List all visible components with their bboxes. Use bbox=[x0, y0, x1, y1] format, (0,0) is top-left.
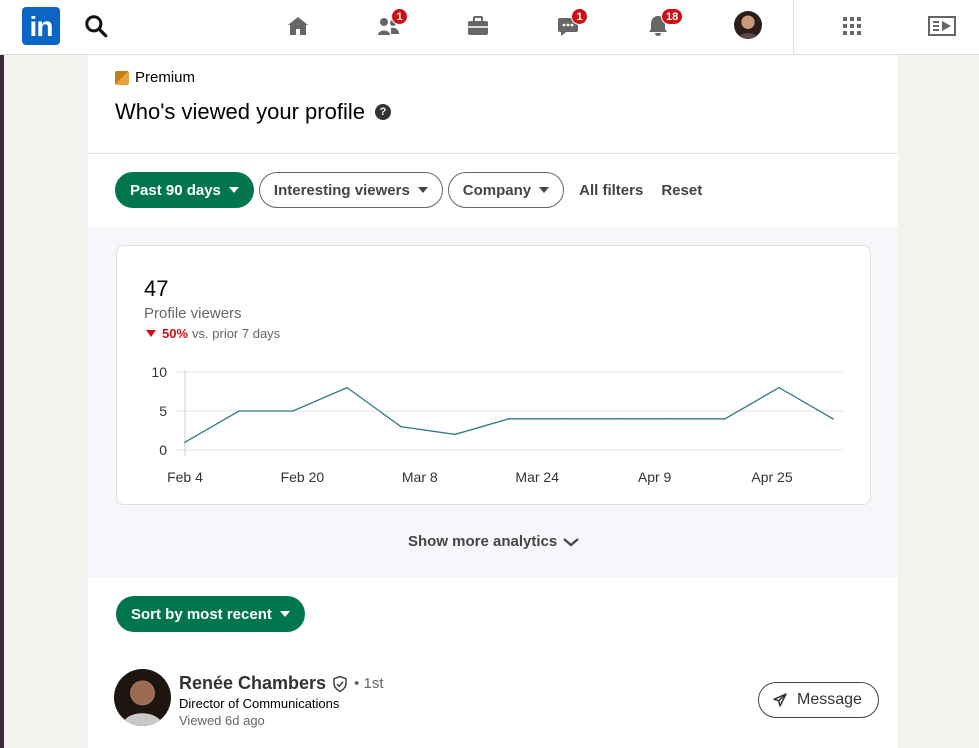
data-point bbox=[184, 441, 186, 443]
viewers-list-card: Sort by most recent Renée Chambers • 1st… bbox=[88, 577, 898, 748]
premium-label: Premium bbox=[135, 69, 196, 86]
data-point bbox=[400, 425, 402, 428]
y-tick-label: 0 bbox=[159, 442, 167, 458]
message-label: Message bbox=[797, 691, 862, 708]
all-filters-button[interactable]: All filters bbox=[569, 182, 653, 199]
network-badge: 1 bbox=[391, 8, 408, 25]
data-point bbox=[292, 410, 294, 412]
sort-label: Sort by most recent bbox=[131, 605, 272, 623]
profile-avatar[interactable] bbox=[734, 11, 762, 39]
data-point bbox=[616, 418, 618, 420]
learning-icon[interactable] bbox=[926, 10, 958, 42]
data-point bbox=[562, 418, 564, 420]
caret-down-icon bbox=[279, 611, 290, 617]
reset-button[interactable]: Reset bbox=[658, 182, 712, 199]
show-more-label: Show more analytics bbox=[408, 533, 558, 550]
message-button[interactable]: Message bbox=[758, 682, 879, 718]
verified-shield-icon bbox=[333, 675, 347, 692]
x-tick-label: Apr 9 bbox=[638, 469, 672, 485]
send-icon bbox=[773, 693, 787, 707]
data-point bbox=[508, 418, 510, 420]
page-title-row: Who's viewed your profile ? bbox=[115, 99, 391, 125]
viewed-time: Viewed 6d ago bbox=[179, 713, 265, 728]
data-point bbox=[724, 418, 726, 420]
premium-label-row: Premium bbox=[115, 69, 195, 86]
divider bbox=[88, 153, 898, 154]
company-filter-button[interactable]: Company bbox=[447, 172, 565, 208]
viewer-name-row: Renée Chambers • 1st bbox=[179, 673, 384, 694]
viewer-headline: Director of Communications bbox=[179, 696, 340, 711]
chevron-down-icon bbox=[563, 537, 579, 546]
window-edge bbox=[0, 0, 4, 748]
series-line bbox=[184, 386, 834, 443]
home-icon[interactable] bbox=[282, 10, 314, 42]
period-filter-label: Past 90 days bbox=[130, 181, 221, 199]
premium-icon bbox=[115, 70, 129, 85]
x-tick-label: Apr 25 bbox=[751, 469, 792, 485]
search-icon[interactable] bbox=[80, 10, 112, 42]
list-item[interactable]: Renée Chambers • 1st Director of Communi… bbox=[114, 669, 879, 729]
notifications-badge: 18 bbox=[661, 8, 684, 25]
viewer-name[interactable]: Renée Chambers bbox=[179, 673, 326, 694]
profile-viewers-chart-card: 47 Profile viewers 50% vs. prior 7 days … bbox=[116, 245, 871, 505]
y-tick-label: 10 bbox=[151, 364, 167, 380]
data-point bbox=[454, 433, 456, 436]
messaging-badge: 1 bbox=[571, 8, 588, 25]
data-point bbox=[346, 386, 348, 389]
company-filter-label: Company bbox=[462, 181, 532, 199]
profile-viewers-line-chart: 10 5 0Feb 4 Feb 20 Mar 8 Mar 24 Apr 9 Apr 25 bbox=[151, 364, 843, 485]
top-navigation: in 1 1 18 bbox=[0, 0, 979, 55]
period-filter-button[interactable]: Past 90 days bbox=[115, 172, 254, 208]
x-tick-label: Mar 8 bbox=[402, 469, 438, 485]
profile-views-header-card: Premium Who's viewed your profile ? Past… bbox=[88, 55, 898, 227]
linkedin-logo[interactable]: in bbox=[22, 7, 60, 45]
data-point bbox=[670, 418, 672, 420]
page-title: Who's viewed your profile bbox=[115, 99, 365, 124]
nav-divider bbox=[793, 0, 794, 55]
notifications-icon[interactable]: 18 bbox=[642, 8, 684, 42]
jobs-icon[interactable] bbox=[462, 10, 494, 42]
my-network-icon[interactable]: 1 bbox=[372, 8, 408, 42]
data-point bbox=[832, 418, 834, 420]
apps-grid-icon[interactable] bbox=[836, 10, 868, 42]
x-tick-label: Feb 4 bbox=[167, 469, 203, 485]
x-tick-label: Feb 20 bbox=[281, 469, 325, 485]
caret-down-icon bbox=[539, 187, 550, 193]
caret-down-icon bbox=[228, 187, 239, 193]
interesting-viewers-label: Interesting viewers bbox=[273, 181, 410, 199]
filter-bar: Past 90 days Interesting viewers Company… bbox=[115, 172, 712, 208]
caret-down-icon bbox=[417, 187, 428, 193]
avatar[interactable] bbox=[114, 669, 171, 726]
data-point bbox=[778, 386, 780, 389]
connection-degree: • 1st bbox=[354, 675, 384, 692]
y-tick-label: 5 bbox=[159, 403, 167, 419]
x-tick-label: Mar 24 bbox=[515, 469, 559, 485]
messaging-icon[interactable]: 1 bbox=[552, 8, 588, 42]
sort-button[interactable]: Sort by most recent bbox=[116, 596, 305, 632]
show-more-analytics-button[interactable]: Show more analytics bbox=[408, 533, 579, 550]
interesting-viewers-filter-button[interactable]: Interesting viewers bbox=[258, 172, 443, 208]
data-point bbox=[238, 410, 240, 412]
help-icon[interactable]: ? bbox=[374, 104, 391, 120]
